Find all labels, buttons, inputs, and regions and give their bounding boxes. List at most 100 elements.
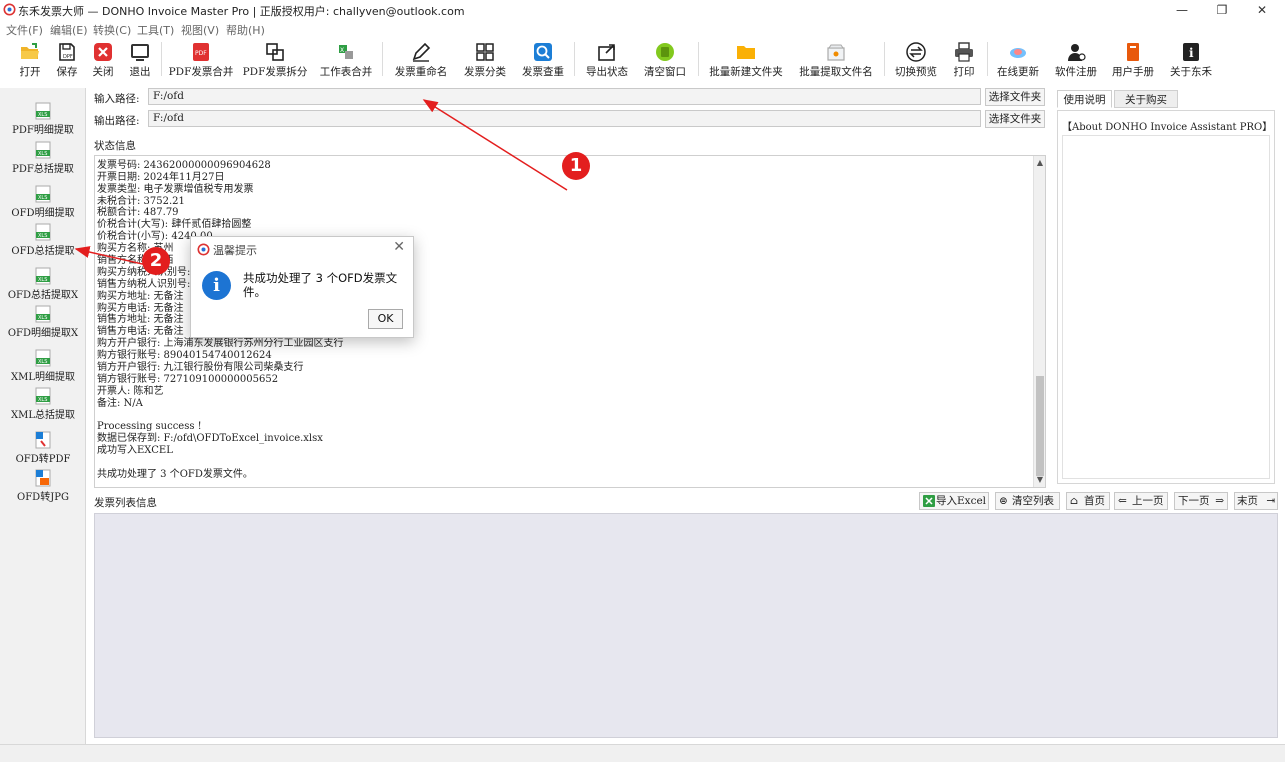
status-log-line: 数据已保存到: F:/ofd\OFDToExcel_invoice.xlsx (97, 433, 323, 445)
pdf-file-icon (35, 431, 51, 449)
sidebar-item-ofd-to-jpg[interactable]: OFD转JPG (0, 467, 86, 505)
toolbar-batch-new-folder-button[interactable]: 批量新建文件夹 (703, 38, 789, 80)
dialog-close-icon[interactable]: ✕ (393, 239, 405, 255)
toolbar-pdf-split-button[interactable]: PDF发票拆分 (240, 38, 310, 80)
jpg-file-icon (35, 469, 51, 487)
sidebar-item-xml-detail[interactable]: XLS XML明细提取 (0, 347, 86, 385)
input-path-label: 输入路径: (94, 93, 140, 105)
scroll-thumb[interactable] (1036, 376, 1044, 476)
excel-icon (923, 495, 935, 507)
toolbar-open-button[interactable]: 打开 (10, 38, 50, 80)
xls-icon: XLS (35, 141, 51, 159)
rename-icon (412, 42, 431, 62)
dialog-ok-button[interactable]: OK (368, 309, 403, 329)
status-log-line: 开票日期: 2024年11月27日 (97, 171, 225, 183)
prev-page-button[interactable]: ⇐ 上一页 (1114, 492, 1168, 510)
svg-text:XLS: XLS (38, 315, 47, 321)
first-page-button[interactable]: ⌂ 首页 (1066, 492, 1110, 510)
toolbar-exit-button[interactable]: 退出 (120, 38, 160, 80)
choose-input-folder-button[interactable]: 选择文件夹 (985, 88, 1045, 106)
toolbar-switch-preview-button[interactable]: 切换预览 (889, 38, 943, 80)
tab-about-purchase[interactable]: 关于购买 (1114, 90, 1178, 108)
xls-icon: XLS (35, 223, 51, 241)
invoice-list[interactable] (94, 513, 1278, 738)
import-excel-button[interactable]: 导入Excel (919, 492, 989, 510)
clear-list-button[interactable]: ⊜ 清空列表 (995, 492, 1060, 510)
window-title: 东禾发票大师 — DONHO Invoice Master Pro | 正版授权… (18, 5, 465, 18)
toolbar-sheet-merge-button[interactable]: X 工作表合并 (314, 38, 378, 80)
toolbar-export-status-button[interactable]: 导出状态 (580, 38, 634, 80)
sidebar-item-ofd-summary[interactable]: XLS OFD总括提取 (0, 221, 86, 259)
clear-icon (656, 43, 674, 61)
toolbar-rename-button[interactable]: 发票重命名 (389, 38, 453, 80)
home-icon: ⌂ (1070, 495, 1079, 507)
exit-icon (131, 44, 149, 61)
last-page-button[interactable]: 末页 ⇥ (1234, 492, 1278, 510)
printer-icon (955, 42, 973, 62)
status-scrollbar[interactable]: ▲ ▼ (1033, 156, 1045, 487)
svg-text:XLS: XLS (38, 195, 47, 201)
status-log-line: 发票类型: 电子发票增值税专用发票 (97, 183, 254, 195)
toolbar-batch-extract-filename-button[interactable]: 批量提取文件名 (793, 38, 879, 80)
restore-button[interactable]: ❐ (1208, 2, 1236, 18)
dialog-message: 共成功处理了 3 个OFD发票文件。 (243, 271, 398, 299)
help-panel: 【About DONHO Invoice Assistant PRO】 (1057, 110, 1275, 484)
xls-icon: XLS (35, 267, 51, 285)
tab-usage[interactable]: 使用说明 (1057, 90, 1112, 108)
sidebar-item-pdf-summary[interactable]: XLS PDF总括提取 (0, 139, 86, 177)
status-log-line: 价税合计(大写): 肆仟贰佰肆拾圆整 (97, 219, 252, 231)
status-log-line: 销方开户银行: 九江银行股份有限公司柴桑支行 (97, 362, 304, 374)
status-log-line: 共成功处理了 3 个OFD发票文件。 (97, 469, 253, 481)
scroll-down-icon[interactable]: ▼ (1035, 475, 1045, 485)
toolbar-duplicate-check-button[interactable]: 发票查重 (515, 38, 571, 80)
xls-icon: XLS (35, 349, 51, 367)
sidebar-item-pdf-detail[interactable]: XLS PDF明细提取 (0, 100, 86, 138)
toolbar-pdf-merge-button[interactable]: PDF PDF发票合并 (166, 38, 236, 80)
xls-icon: XLS (35, 102, 51, 120)
toolbar-classify-button[interactable]: 发票分类 (457, 38, 513, 80)
pdf-merge-icon: PDF (193, 43, 209, 61)
sidebar-item-xml-summary[interactable]: XLS XML总括提取 (0, 385, 86, 423)
toolbar-online-update-button[interactable]: 在线更新 (990, 38, 1046, 80)
output-path-field[interactable]: F:/ofd (148, 110, 981, 127)
menu-tools[interactable]: 工具(T) (137, 22, 174, 38)
info-icon: i (1183, 43, 1199, 61)
status-bar (0, 744, 1285, 762)
toolbar-manual-button[interactable]: 用户手册 (1106, 38, 1160, 80)
scroll-up-icon[interactable]: ▲ (1035, 158, 1045, 168)
minimize-button[interactable]: — (1168, 2, 1196, 18)
info-dialog: 温馨提示 ✕ i 共成功处理了 3 个OFD发票文件。 OK (190, 236, 414, 338)
menu-help[interactable]: 帮助(H) (226, 22, 265, 38)
menu-view[interactable]: 视图(V) (181, 22, 219, 38)
sidebar-item-ofd-detail-x[interactable]: XLS OFD明细提取X (0, 303, 86, 341)
right-panel: 使用说明 关于购买 【About DONHO Invoice Assistant… (1053, 88, 1279, 484)
toolbar-about-button[interactable]: i 关于东禾 (1164, 38, 1218, 80)
sidebar-item-ofd-to-pdf[interactable]: OFD转PDF (0, 429, 86, 467)
user-register-icon (1068, 44, 1086, 61)
svg-text:XLS: XLS (38, 277, 47, 283)
next-page-button[interactable]: 下一页 ⇒ (1174, 492, 1228, 510)
menu-edit[interactable]: 编辑(E) (50, 22, 88, 38)
toolbar-register-button[interactable]: 软件注册 (1049, 38, 1103, 80)
arrow-left-icon: ⇐ (1118, 495, 1127, 507)
status-log-line: 销方银行账号: 727109100000005652 (97, 373, 279, 385)
choose-output-folder-button[interactable]: 选择文件夹 (985, 110, 1045, 128)
xls-icon: XLS (35, 305, 51, 323)
status-log-line (97, 410, 344, 422)
status-log-line: Processing success ! (97, 421, 202, 433)
grid-icon (476, 43, 494, 61)
menu-file[interactable]: 文件(F) (6, 22, 43, 38)
toolbar-save-button[interactable]: DPF 保存 (47, 38, 87, 80)
save-icon: DPF (59, 43, 75, 61)
status-log-line: 购方开户银行: 上海浦东发展银行苏州分行工业园区支行 (97, 338, 344, 350)
svg-text:i: i (1189, 46, 1194, 60)
sidebar-item-ofd-summary-x[interactable]: XLS OFD总括提取X (0, 265, 86, 303)
sidebar-item-ofd-detail[interactable]: XLS OFD明细提取 (0, 183, 86, 221)
toolbar-close-button[interactable]: 关闭 (83, 38, 123, 80)
menu-convert[interactable]: 转换(C) (93, 22, 131, 38)
svg-text:PDF: PDF (195, 50, 207, 57)
input-path-field[interactable]: F:/ofd (148, 88, 981, 105)
toolbar-clear-window-button[interactable]: 清空窗口 (637, 38, 693, 80)
toolbar-print-button[interactable]: 打印 (944, 38, 984, 80)
close-window-button[interactable]: ✕ (1248, 2, 1276, 18)
